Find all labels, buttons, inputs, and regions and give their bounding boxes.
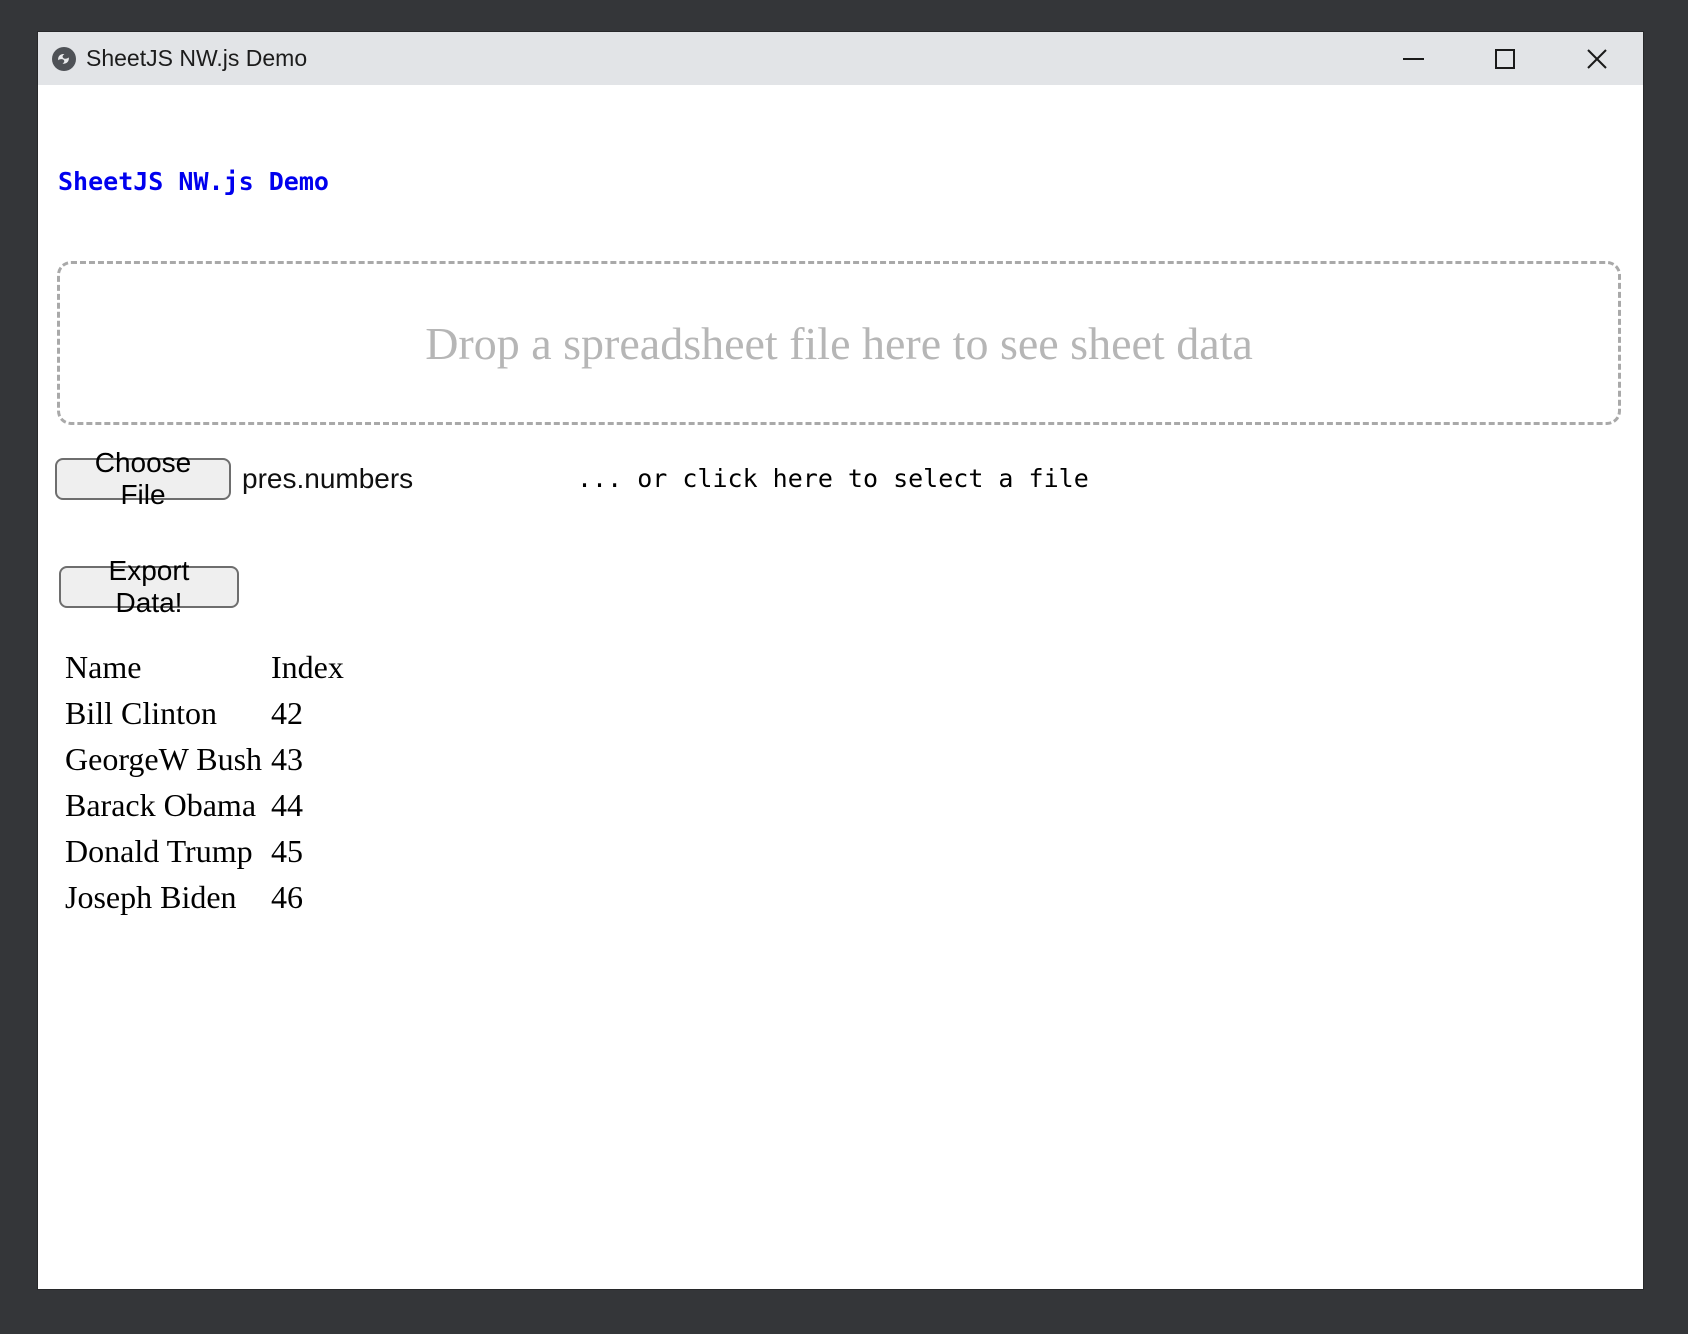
minimize-icon	[1403, 58, 1424, 60]
cell-index: 42	[269, 690, 346, 736]
cell-name: GeorgeW Bush	[63, 736, 269, 782]
window-title: SheetJS NW.js Demo	[86, 45, 307, 72]
maximize-icon	[1495, 49, 1515, 69]
cell-index: 44	[269, 782, 346, 828]
cell-name: Bill Clinton	[63, 690, 269, 736]
sheet-data-table: Name Index Bill Clinton 42 GeorgeW Bush …	[63, 644, 346, 920]
nwjs-globe-icon	[51, 46, 77, 72]
titlebar[interactable]: SheetJS NW.js Demo	[38, 32, 1643, 85]
file-input-row: Choose File pres.numbers ... or click he…	[55, 457, 1355, 501]
table-row: Joseph Biden 46	[63, 874, 346, 920]
dropzone-label: Drop a spreadsheet file here to see shee…	[425, 317, 1253, 370]
column-header-index: Index	[269, 644, 346, 690]
column-header-name: Name	[63, 644, 269, 690]
cell-name: Donald Trump	[63, 828, 269, 874]
table-header-row: Name Index	[63, 644, 346, 690]
app-window: SheetJS NW.js Demo SheetJS NW.js Demo Dr…	[38, 32, 1643, 1289]
export-data-button[interactable]: Export Data!	[59, 566, 239, 608]
maximize-button[interactable]	[1459, 32, 1551, 85]
file-dropzone[interactable]: Drop a spreadsheet file here to see shee…	[57, 261, 1621, 425]
selected-filename: pres.numbers	[242, 463, 413, 495]
choose-file-button[interactable]: Choose File	[55, 458, 231, 500]
table-row: Bill Clinton 42	[63, 690, 346, 736]
close-icon	[1586, 48, 1608, 70]
close-button[interactable]	[1551, 32, 1643, 85]
cell-index: 43	[269, 736, 346, 782]
cell-index: 45	[269, 828, 346, 874]
table-row: GeorgeW Bush 43	[63, 736, 346, 782]
cell-index: 46	[269, 874, 346, 920]
file-select-hint[interactable]: ... or click here to select a file	[577, 457, 1089, 501]
table-row: Donald Trump 45	[63, 828, 346, 874]
cell-name: Barack Obama	[63, 782, 269, 828]
table-row: Barack Obama 44	[63, 782, 346, 828]
page-content: SheetJS NW.js Demo Drop a spreadsheet fi…	[38, 85, 1643, 1289]
cell-name: Joseph Biden	[63, 874, 269, 920]
minimize-button[interactable]	[1367, 32, 1459, 85]
page-title-link[interactable]: SheetJS NW.js Demo	[58, 167, 329, 197]
